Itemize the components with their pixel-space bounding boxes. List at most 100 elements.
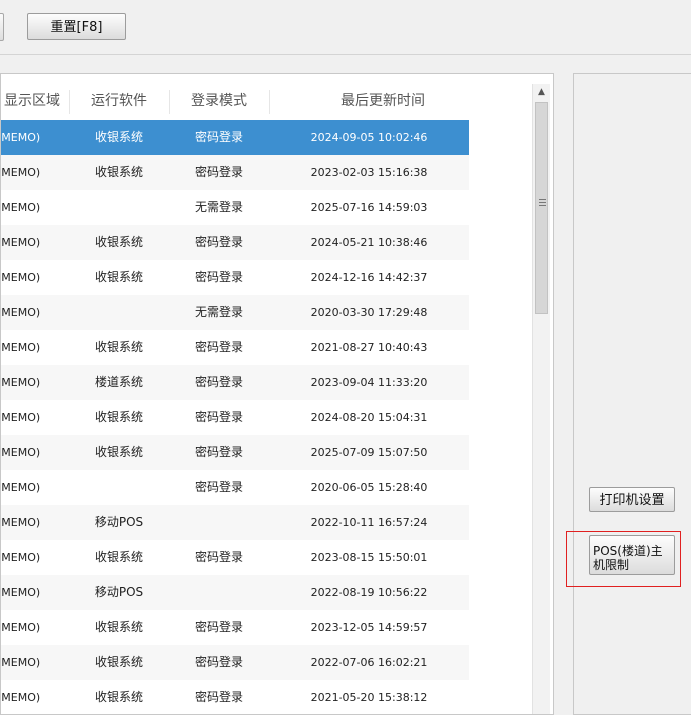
cell-last-updated: 2024-09-05 10:02:46 [310,131,428,144]
table-row[interactable]: (MEMO) 收银系统 密码登录 2023-08-15 15:50:01 [1,540,469,575]
table-row[interactable]: (MEMO) 收银系统 密码登录 2024-08-20 15:04:31 [1,400,469,435]
cell-login-mode: 密码登录 [194,550,243,564]
cell-last-updated: 2023-08-15 15:50:01 [310,551,428,564]
cell-login-mode: 密码登录 [194,270,243,284]
printer-settings-button[interactable]: 打印机设置 [589,487,675,512]
cell-login-mode: 密码登录 [194,480,243,494]
cell-login-mode: 密码登录 [194,445,243,459]
cell-software: 收银系统 [94,235,143,249]
cell-area: (MEMO) [1,131,41,144]
cell-login-mode: 无需登录 [194,200,243,214]
pos-host-limit-button[interactable]: POS(楼道)主机限制 [589,535,675,575]
grid-vertical-scrollbar[interactable]: ▲ [532,84,550,714]
col-header-software[interactable]: 运行软件 [69,84,169,119]
cell-login-mode: 密码登录 [194,130,243,144]
cell-last-updated: 2021-08-27 10:40:43 [310,341,428,354]
cell-last-updated: 2022-07-06 16:02:21 [310,656,428,669]
cell-area: (MEMO) [1,271,41,284]
cell-login-mode: 密码登录 [194,655,243,669]
table-row[interactable]: (MEMO) 移动POS 2022-08-19 10:56:22 [1,575,469,610]
cell-area: (MEMO) [1,551,41,564]
table-row[interactable]: (MEMO) 收银系统 密码登录 2023-02-03 15:16:38 [1,155,469,190]
cell-login-mode: 密码登录 [194,620,243,634]
cell-software: 移动POS [94,585,144,599]
cell-area: (MEMO) [1,341,41,354]
cell-last-updated: 2020-03-30 17:29:48 [310,306,428,319]
cell-area: (MEMO) [1,411,41,424]
cell-login-mode [169,575,269,610]
cell-software [69,190,169,225]
cell-software: 楼道系统 [94,375,143,389]
toolbar: 重置[F8] [0,0,691,55]
table-row[interactable]: (MEMO) 无需登录 2025-07-16 14:59:03 [1,190,469,225]
table-row[interactable]: (MEMO) 收银系统 密码登录 2022-07-06 16:02:21 [1,645,469,680]
cell-last-updated: 2024-12-16 14:42:37 [310,271,428,284]
table-row[interactable]: (MEMO) 收银系统 密码登录 2023-12-05 14:59:57 [1,610,469,645]
scroll-up-arrow-icon[interactable]: ▲ [533,84,550,101]
cell-area: (MEMO) [1,166,41,179]
cell-login-mode: 无需登录 [194,305,243,319]
cell-login-mode [169,505,269,540]
cell-login-mode: 密码登录 [194,690,243,704]
cell-software: 移动POS [94,515,144,529]
cell-last-updated: 2023-02-03 15:16:38 [310,166,428,179]
cell-area: (MEMO) [1,236,41,249]
cell-last-updated: 2024-08-20 15:04:31 [310,411,428,424]
cell-login-mode: 密码登录 [194,410,243,424]
cell-area: (MEMO) [1,446,41,459]
scroll-thumb[interactable] [535,102,548,314]
cell-last-updated: 2025-07-16 14:59:03 [310,201,428,214]
cell-software: 收银系统 [94,130,143,144]
table-row[interactable]: (MEMO) 收银系统 密码登录 2024-12-16 14:42:37 [1,260,469,295]
grid-header: 显示区域 运行软件 登录模式 最后更新时间 [1,84,532,119]
cell-area: (MEMO) [1,481,41,494]
cell-last-updated: 2023-12-05 14:59:57 [310,621,428,634]
table-row[interactable]: (MEMO) 收银系统 密码登录 2024-05-21 10:38:46 [1,225,469,260]
cell-last-updated: 2024-05-21 10:38:46 [310,236,428,249]
cell-software: 收银系统 [94,410,143,424]
table-row[interactable]: (MEMO) 收银系统 密码登录 2021-08-27 10:40:43 [1,330,469,365]
grid-body: (MEMO) 收银系统 密码登录 2024-09-05 10:02:46 (MEMO) 收… [1,120,532,714]
col-header-login-mode[interactable]: 登录模式 [169,84,269,119]
cell-area: (MEMO) [1,516,41,529]
table-row[interactable]: (MEMO) 收银系统 密码登录 2021-05-20 15:38:12 [1,680,469,714]
toolbar-button-partial[interactable] [0,13,4,41]
cell-area: (MEMO) [1,306,41,319]
cell-software: 收银系统 [94,550,143,564]
table-row[interactable]: (MEMO) 收银系统 密码登录 2024-09-05 10:02:46 [1,120,469,155]
table-row[interactable]: (MEMO) 楼道系统 密码登录 2023-09-04 11:33:20 [1,365,469,400]
table-row[interactable]: (MEMO) 无需登录 2020-03-30 17:29:48 [1,295,469,330]
cell-software: 收银系统 [94,270,143,284]
cell-software: 收银系统 [94,620,143,634]
table-row[interactable]: (MEMO) 收银系统 密码登录 2025-07-09 15:07:50 [1,435,469,470]
cell-login-mode: 密码登录 [194,340,243,354]
cell-software [69,470,169,505]
table-row[interactable]: (MEMO) 移动POS 2022-10-11 16:57:24 [1,505,469,540]
cell-last-updated: 2021-05-20 15:38:12 [310,691,428,704]
cell-last-updated: 2023-09-04 11:33:20 [310,376,428,389]
device-grid: 显示区域 运行软件 登录模式 最后更新时间 (MEMO) 收银系统 密码登录 2024… [1,84,532,714]
device-grid-panel: 显示区域 运行软件 登录模式 最后更新时间 (MEMO) 收银系统 密码登录 2024… [0,73,554,715]
cell-area: (MEMO) [1,201,41,214]
cell-area: (MEMO) [1,656,41,669]
cell-software: 收银系统 [94,690,143,704]
side-panel [573,73,691,715]
cell-last-updated: 2022-10-11 16:57:24 [310,516,428,529]
cell-software: 收银系统 [94,445,143,459]
cell-software: 收银系统 [94,165,143,179]
cell-last-updated: 2025-07-09 15:07:50 [310,446,428,459]
cell-software: 收银系统 [94,340,143,354]
col-header-last-updated[interactable]: 最后更新时间 [269,84,497,119]
cell-area: (MEMO) [1,621,41,634]
col-header-area[interactable]: 显示区域 [1,84,69,119]
reset-button[interactable]: 重置[F8] [27,13,126,40]
cell-login-mode: 密码登录 [194,235,243,249]
cell-login-mode: 密码登录 [194,165,243,179]
cell-last-updated: 2020-06-05 15:28:40 [310,481,428,494]
table-row[interactable]: (MEMO) 密码登录 2020-06-05 15:28:40 [1,470,469,505]
cell-area: (MEMO) [1,691,41,704]
cell-login-mode: 密码登录 [194,375,243,389]
cell-last-updated: 2022-08-19 10:56:22 [310,586,428,599]
cell-software: 收银系统 [94,655,143,669]
cell-software [69,295,169,330]
